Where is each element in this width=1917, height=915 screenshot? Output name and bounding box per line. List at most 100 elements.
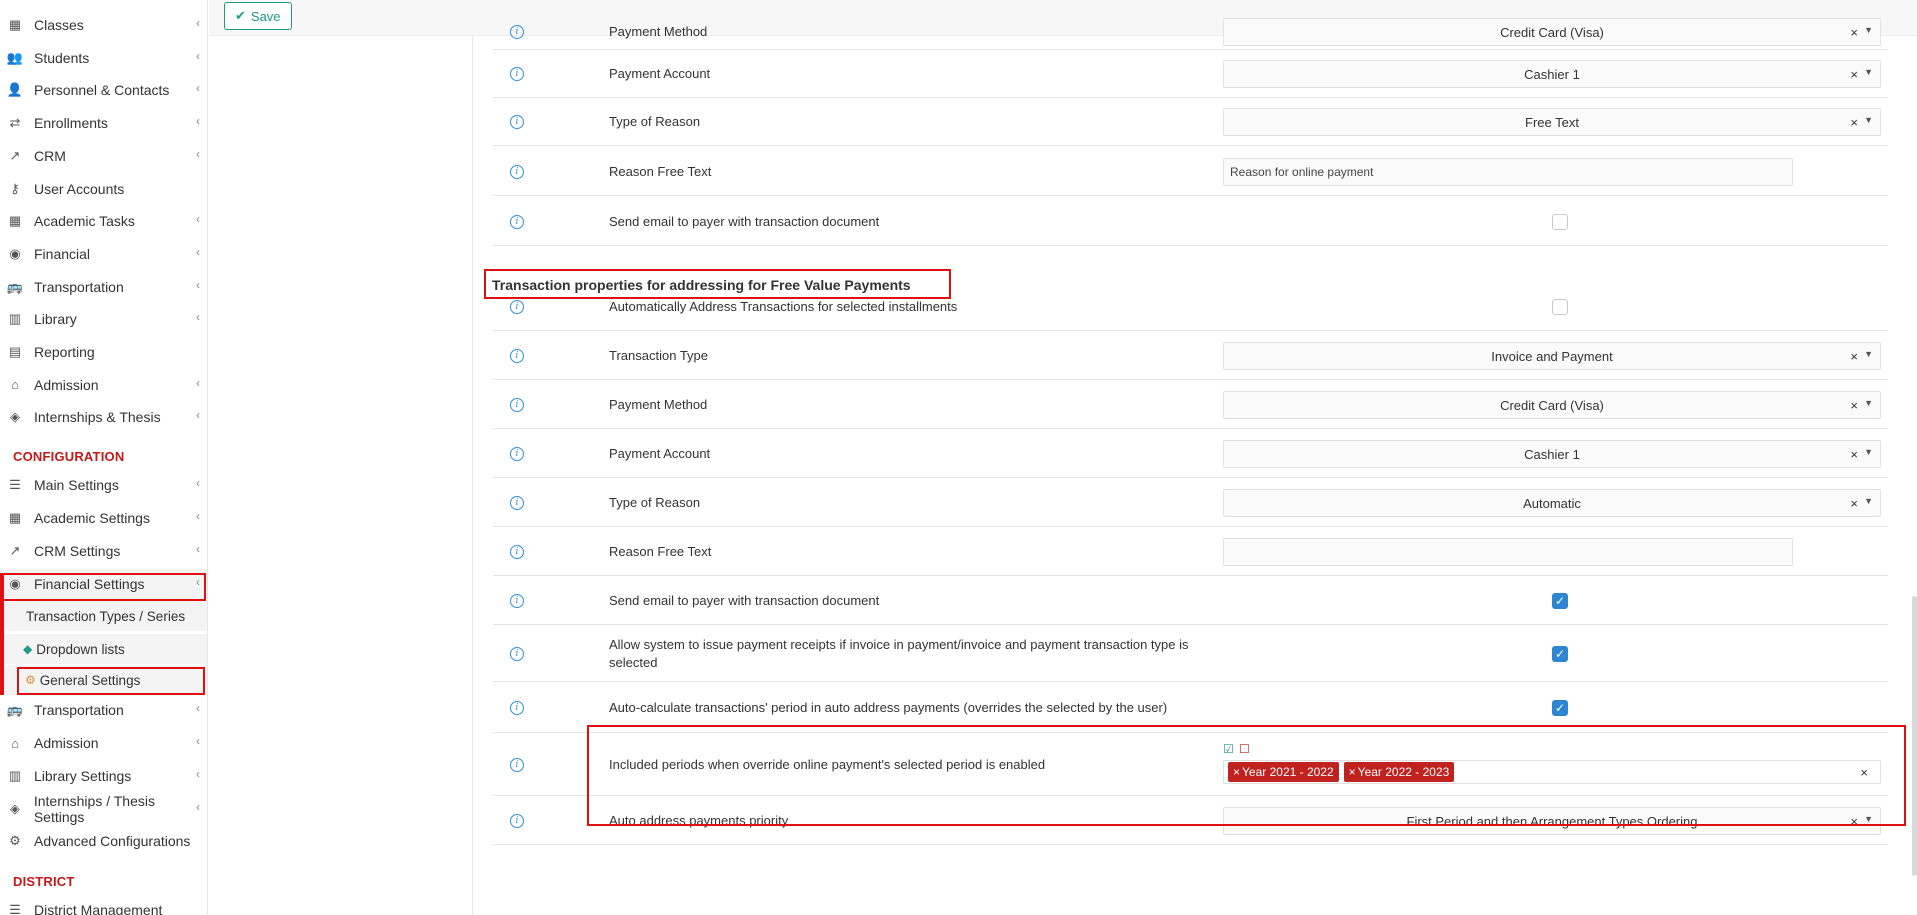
info-icon[interactable]: i [510, 25, 524, 39]
info-icon[interactable]: i [510, 67, 524, 81]
sidebar-item-financial[interactable]: ◉ Financial ‹ [0, 239, 207, 269]
chevron-left-icon: ‹ [196, 509, 200, 523]
sidebar-item-user-accounts[interactable]: ⚷ User Accounts [0, 174, 207, 204]
info-icon[interactable]: i [510, 758, 524, 772]
institution-icon: ⌂ [11, 735, 19, 751]
crm-icon: ↗ [9, 543, 21, 558]
caret-down-icon[interactable]: ▼ [1864, 67, 1873, 77]
sidebar-item-label: Library [34, 311, 77, 328]
clear-icon[interactable]: × [1850, 398, 1858, 413]
setting-label: Reason Free Text [609, 543, 712, 559]
scrollbar[interactable] [1912, 596, 1917, 876]
select-value: Cashier 1 [1524, 446, 1580, 462]
sidebar-item-crm-settings[interactable]: ↗ CRM Settings ‹ [0, 536, 207, 566]
setting-select[interactable]: Automatic × ▼ [1223, 489, 1881, 517]
content-divider [472, 36, 473, 915]
sidebar-item-students[interactable]: 👥 Students ‹ [0, 43, 207, 73]
setting-select[interactable]: Credit Card (Visa) × ▼ [1223, 18, 1881, 46]
sidebar-item-classes[interactable]: ▦ Classes ‹ [0, 10, 207, 40]
sidebar-subitem-dropdown-lists[interactable]: ◆ Dropdown lists [0, 634, 207, 664]
setting-select[interactable]: Credit Card (Visa) × ▼ [1223, 391, 1881, 419]
setting-checkbox[interactable] [1552, 299, 1568, 315]
info-icon[interactable]: i [510, 814, 524, 828]
setting-checkbox[interactable]: ✓ [1552, 593, 1568, 609]
sidebar-item-internships-thesis[interactable]: ◈ Internships & Thesis ‹ [0, 402, 207, 432]
caret-down-icon[interactable]: ▼ [1864, 496, 1873, 506]
caret-down-icon[interactable]: ▼ [1864, 398, 1873, 408]
institution-icon: ⌂ [11, 377, 19, 393]
setting-select[interactable]: Cashier 1 × ▼ [1223, 440, 1881, 468]
info-icon[interactable]: i [510, 647, 524, 661]
setting-checkbox[interactable]: ✓ [1552, 700, 1568, 716]
clear-icon[interactable]: × [1850, 447, 1858, 462]
info-icon[interactable]: i [510, 300, 524, 314]
info-icon[interactable]: i [510, 115, 524, 129]
sidebar-item-main-settings[interactable]: ☰ Main Settings ‹ [0, 470, 207, 500]
info-icon[interactable]: i [510, 545, 524, 559]
sidebar-item-enrollments[interactable]: ⇄ Enrollments ‹ [0, 108, 207, 138]
district-section-header: DISTRICT [13, 874, 75, 889]
sidebar-item-label: Personnel & Contacts [34, 82, 170, 99]
setting-text-input[interactable]: Reason for online payment [1223, 158, 1793, 186]
caret-down-icon[interactable]: ▼ [1864, 25, 1873, 35]
info-icon[interactable]: i [510, 594, 524, 608]
sidebar-item-label: Academic Tasks [34, 213, 135, 230]
highlight-auto-calc-rows [587, 725, 1906, 826]
highlight-financial-settings [2, 573, 206, 601]
clear-icon[interactable]: × [1850, 496, 1858, 511]
sidebar-item-library[interactable]: ▥ Library ‹ [0, 304, 207, 334]
sidebar-subitem-transaction-types-series[interactable]: Transaction Types / Series [0, 601, 207, 631]
district-icon: ☰ [9, 902, 21, 915]
caret-down-icon[interactable]: ▼ [1864, 447, 1873, 457]
info-icon[interactable]: i [510, 447, 524, 461]
sidebar-item-admission[interactable]: ⌂ Admission ‹ [0, 728, 207, 758]
info-icon[interactable]: i [510, 398, 524, 412]
info-icon[interactable]: i [510, 349, 524, 363]
setting-select[interactable]: Free Text × ▼ [1223, 108, 1881, 136]
setting-label: Reason Free Text [609, 163, 712, 179]
setting-label: Type of Reason [609, 113, 701, 129]
sidebar-item-academic-settings[interactable]: ▦ Academic Settings ‹ [0, 503, 207, 533]
sidebar-item-district-management[interactable]: ☰ District Management [0, 895, 207, 915]
setting-checkbox[interactable]: ✓ [1552, 646, 1568, 662]
setting-select[interactable]: Cashier 1 × ▼ [1223, 60, 1881, 88]
sidebar-item-admission[interactable]: ⌂ Admission ‹ [0, 370, 207, 400]
info-icon[interactable]: i [510, 165, 524, 179]
clear-icon[interactable]: × [1850, 25, 1858, 40]
setting-label: Payment Account [609, 65, 711, 81]
clear-icon[interactable]: × [1850, 349, 1858, 364]
chevron-left-icon: ‹ [196, 542, 200, 556]
clear-icon[interactable]: × [1850, 115, 1858, 130]
save-button[interactable]: ✔ Save [224, 2, 292, 30]
chevron-left-icon: ‹ [196, 310, 200, 325]
sidebar-item-transportation[interactable]: 🚌 Transportation ‹ [0, 272, 207, 302]
select-value: Credit Card (Visa) [1500, 397, 1604, 413]
sidebar-item-personnel-contacts[interactable]: 👤 Personnel & Contacts ‹ [0, 75, 207, 105]
students-icon: 👥 [6, 49, 24, 65]
sidebar-item-label: CRM [34, 147, 66, 164]
info-icon[interactable]: i [510, 496, 524, 510]
sidebar-item-transportation[interactable]: 🚌 Transportation ‹ [0, 695, 207, 725]
sidebar-item-advanced-configurations[interactable]: ⚙ Advanced Configurations [0, 826, 207, 856]
check-icon: ✔ [235, 8, 246, 23]
select-value: Free Text [1525, 114, 1579, 130]
clear-icon[interactable]: × [1850, 67, 1858, 82]
sidebar-item-internships-thesis-settings[interactable]: ◈ Internships / Thesis Settings ‹ [0, 793, 207, 825]
setting-text-input[interactable] [1223, 538, 1793, 566]
setting-label: Automatically Address Transactions for s… [609, 298, 958, 314]
info-icon[interactable]: i [510, 215, 524, 229]
info-icon[interactable]: i [510, 701, 524, 715]
cube-icon: ◈ [10, 409, 20, 425]
caret-down-icon[interactable]: ▼ [1864, 115, 1873, 125]
academic-icon: ▦ [8, 510, 22, 525]
sidebar-item-academic-tasks[interactable]: ▦ Academic Tasks ‹ [0, 206, 207, 236]
setting-label: Type of Reason [609, 494, 701, 510]
setting-checkbox[interactable] [1552, 214, 1568, 230]
setting-row-reason-free-text: i Reason Free Text [493, 528, 1888, 576]
highlight-general-settings [17, 667, 205, 695]
sidebar-item-library-settings[interactable]: ▥ Library Settings ‹ [0, 761, 207, 791]
caret-down-icon[interactable]: ▼ [1864, 349, 1873, 359]
sidebar-item-crm[interactable]: ↗ CRM ‹ [0, 141, 207, 171]
setting-select[interactable]: Invoice and Payment × ▼ [1223, 342, 1881, 370]
sidebar-item-reporting[interactable]: ▤ Reporting [0, 337, 207, 367]
